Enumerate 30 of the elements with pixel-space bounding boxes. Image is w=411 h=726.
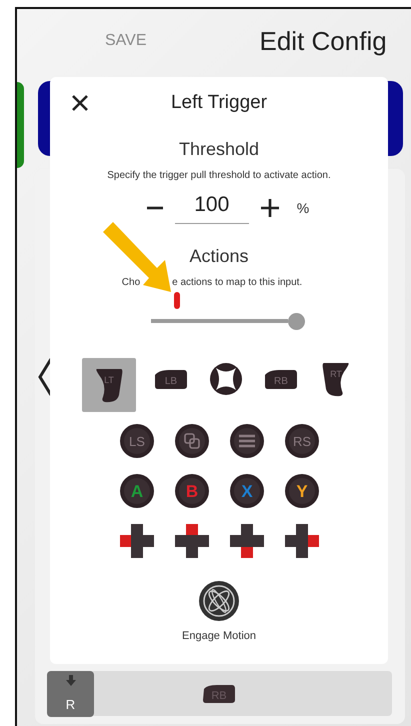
trigger-button[interactable]: LT [82,358,136,412]
threshold-field[interactable]: 100 [174,191,249,224]
slider[interactable] [150,292,304,330]
trigger-button[interactable]: RT [315,358,356,400]
section-description: Specify the trigger pull threshold to activate action. [107,170,331,181]
arrow-down-icon [64,675,76,688]
mapping-thumbnail[interactable]: R [47,670,94,716]
plus-icon[interactable] [258,196,281,218]
bumper-button[interactable]: RB [260,358,301,400]
save-button[interactable]: SAVE [105,32,146,50]
face-button[interactable]: A [116,470,157,512]
stick-button[interactable]: LS [116,420,157,462]
section-description: Cho [122,277,140,288]
face-button[interactable]: X [226,470,267,512]
slider-thumb[interactable] [288,313,304,330]
section-title: Actions [189,246,249,267]
bumper-button[interactable]: LB [150,358,191,400]
section-description: e actions to map to this input. [172,277,302,288]
thumbnail-label: R [66,696,76,712]
section-title: Threshold [178,139,260,160]
dialog-title: Left Trigger [170,92,268,114]
stick-button[interactable]: RS [281,420,322,462]
close-icon[interactable] [70,93,90,113]
motion-label: Engage Motion [182,630,256,642]
chevron-left-icon[interactable] [37,357,53,397]
screen-title: Edit Config [260,26,387,56]
face-button[interactable]: Y [281,470,322,512]
unit-label: % [296,200,310,216]
motion-icon[interactable] [198,580,240,622]
face-button[interactable]: B [171,470,212,512]
